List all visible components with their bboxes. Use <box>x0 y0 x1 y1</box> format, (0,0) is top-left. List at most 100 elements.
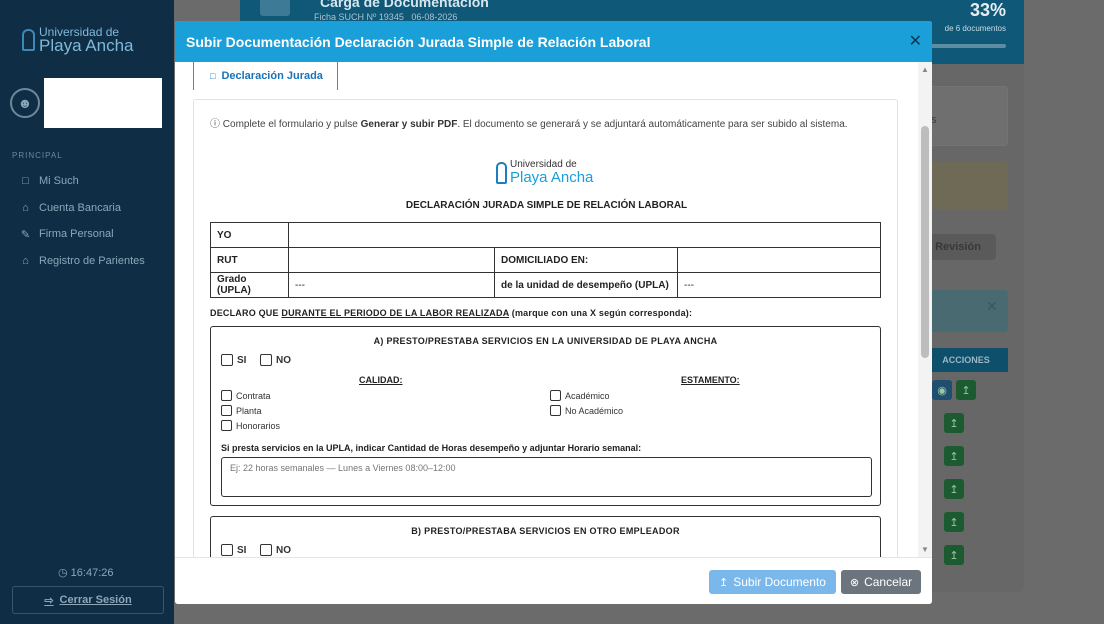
redacted-user-name <box>44 78 162 128</box>
calidad-contrata-checkbox[interactable]: Contrata <box>221 390 271 401</box>
upload-icon[interactable]: ↥ <box>956 380 976 400</box>
checkbox-box[interactable] <box>221 354 233 366</box>
checkbox-label: SI <box>237 354 247 366</box>
checkbox-box[interactable] <box>221 420 232 431</box>
modal-scrollbar[interactable]: ▲ ▼ <box>918 62 932 557</box>
calidad-header: CALIDAD: <box>359 375 403 385</box>
upload-icon[interactable]: ↥ <box>944 479 964 499</box>
section-b-si-checkbox[interactable]: SI <box>221 544 246 556</box>
upload-icon: ↥ <box>719 576 729 589</box>
calidad-planta-checkbox[interactable]: Planta <box>221 405 262 416</box>
sidebar-item-label: Registro de Parientes <box>39 254 145 267</box>
file-icon: □ <box>22 175 29 188</box>
declaration-form: ⓘ Complete el formulario y pulse Generar… <box>193 99 898 557</box>
section-b-no-checkbox[interactable]: NO <box>260 544 291 556</box>
estamento-academico-checkbox[interactable]: Académico <box>550 390 610 401</box>
checkbox-label: NO <box>276 544 291 556</box>
section-a-title: A) PRESTO/PRESTABA SERVICIOS EN LA UNIVE… <box>373 336 718 346</box>
grado-value: --- <box>288 272 495 298</box>
progress-percent: 33% <box>969 0 1006 20</box>
sidebar-menu: □ Mi Such ⌂ Cuenta Bancaria ✎ Firma Persona… <box>20 168 145 274</box>
close-icon[interactable]: ✕ <box>986 298 998 315</box>
scroll-thumb[interactable] <box>921 126 929 358</box>
info-icon: ⓘ <box>210 119 220 130</box>
sidebar-item-mi-such[interactable]: □ Mi Such <box>20 168 145 195</box>
sidebar-item-label: Mi Such <box>39 175 79 188</box>
section-b-title: B) PRESTO/PRESTABA SERVICIOS EN OTRO EMP… <box>411 526 680 536</box>
upload-icon[interactable]: ↥ <box>944 512 964 532</box>
progress-bar <box>926 44 1006 48</box>
grado-label: Grado (UPLA) <box>210 272 289 298</box>
declaro-prefix: DECLARO QUE <box>210 308 282 318</box>
rut-field[interactable] <box>288 247 495 273</box>
sidebar: Universidad de Playa Ancha ☻ PRINCIPAL □… <box>0 0 174 624</box>
yo-field[interactable] <box>288 222 881 248</box>
checkbox-box[interactable] <box>260 544 272 556</box>
university-logo: Universidad de Playa Ancha <box>22 26 134 54</box>
estamento-header: ESTAMENTO: <box>681 375 740 385</box>
bank-icon: ⌂ <box>22 201 29 214</box>
declaro-underline: DURANTE EL PERIODO DE LA LABOR REALIZADA <box>281 308 510 318</box>
checkbox-box[interactable] <box>221 544 233 556</box>
cancel-button[interactable]: ⊗ Cancelar <box>841 570 921 594</box>
rut-label: RUT <box>210 247 289 273</box>
bank-icon <box>260 0 290 16</box>
clock-time: 16:47:26 <box>70 567 114 579</box>
checkbox-label: Honorarios <box>236 420 281 431</box>
sidebar-item-cuenta-bancaria[interactable]: ⌂ Cuenta Bancaria <box>20 195 145 222</box>
section-a: A) PRESTO/PRESTABA SERVICIOS EN LA UNIVE… <box>210 326 881 506</box>
calidad-honorarios-checkbox[interactable]: Honorarios <box>221 420 280 431</box>
checkbox-box[interactable] <box>260 354 272 366</box>
estamento-no-academico-checkbox[interactable]: No Académico <box>550 405 623 416</box>
modal-body[interactable]: □ Declaración Jurada ⓘ Complete el formu… <box>175 62 932 557</box>
modal-title: Subir Documentación Declaración Jurada S… <box>186 33 651 50</box>
section-a-si-checkbox[interactable]: SI <box>221 354 246 366</box>
checkbox-box[interactable] <box>550 390 561 401</box>
upload-icon[interactable]: ↥ <box>944 446 964 466</box>
sidebar-item-label: Firma Personal <box>39 228 114 241</box>
declaro-text: DECLARO QUE DURANTE EL PERIODO DE LA LAB… <box>210 308 692 318</box>
modal-header: Subir Documentación Declaración Jurada S… <box>175 21 932 62</box>
checkbox-label: Académico <box>565 390 610 401</box>
yo-label: YO <box>210 222 289 248</box>
domicilio-field[interactable] <box>677 247 881 273</box>
logo-mark-icon <box>496 161 507 184</box>
tab-declaracion-jurada[interactable]: □ Declaración Jurada <box>193 62 338 90</box>
upload-icon[interactable]: ↥ <box>944 545 964 565</box>
clock-icon: ◷ <box>58 567 68 579</box>
logo-line-2: Playa Ancha <box>39 36 134 55</box>
sidebar-item-label: Cuenta Bancaria <box>39 201 121 214</box>
edit-icon: ✎ <box>20 228 31 241</box>
section-a-no-checkbox[interactable]: NO <box>260 354 291 366</box>
info-text: ⓘ Complete el formulario y pulse Generar… <box>210 118 870 131</box>
tab-label: Declaración Jurada <box>221 70 323 82</box>
checkbox-box[interactable] <box>550 405 561 416</box>
upload-modal: Subir Documentación Declaración Jurada S… <box>175 21 932 604</box>
view-icon[interactable]: ◉ <box>932 380 952 400</box>
cancel-label: Cancelar <box>864 575 913 589</box>
hours-label: Si presta servicios en la UPLA, indicar … <box>221 443 642 453</box>
checkbox-box[interactable] <box>221 405 232 416</box>
unidad-label: de la unidad de desempeño (UPLA) <box>494 272 678 298</box>
modal-footer: ↥ Subir Documento ⊗ Cancelar <box>175 557 932 604</box>
document-logo: Universidad de Playa Ancha <box>496 160 593 185</box>
user-avatar-icon[interactable]: ☻ <box>10 88 40 118</box>
scroll-down-icon[interactable]: ▼ <box>921 545 929 554</box>
scroll-up-icon[interactable]: ▲ <box>921 65 929 74</box>
unidad-value: --- <box>677 272 881 298</box>
hours-input[interactable] <box>221 457 872 497</box>
logout-button[interactable]: ⇨ Cerrar Sesión <box>12 586 164 614</box>
upload-document-button[interactable]: ↥ Subir Documento <box>709 570 836 594</box>
sidebar-item-firma-personal[interactable]: ✎ Firma Personal <box>20 221 145 248</box>
upload-icon[interactable]: ↥ <box>944 413 964 433</box>
info-suffix: . El documento se generará y se adjuntar… <box>457 119 848 130</box>
checkbox-label: Contrata <box>236 390 271 401</box>
declaro-suffix: (marque con una X según corresponda): <box>509 308 693 318</box>
file-icon: □ <box>210 71 216 81</box>
upload-document-label: Subir Documento <box>733 575 826 589</box>
bank-icon: ⌂ <box>22 254 29 267</box>
checkbox-box[interactable] <box>221 390 232 401</box>
close-icon[interactable]: ✕ <box>909 33 922 50</box>
checkbox-label: No Académico <box>565 405 624 416</box>
sidebar-item-registro-parientes[interactable]: ⌂ Registro de Parientes <box>20 248 145 275</box>
